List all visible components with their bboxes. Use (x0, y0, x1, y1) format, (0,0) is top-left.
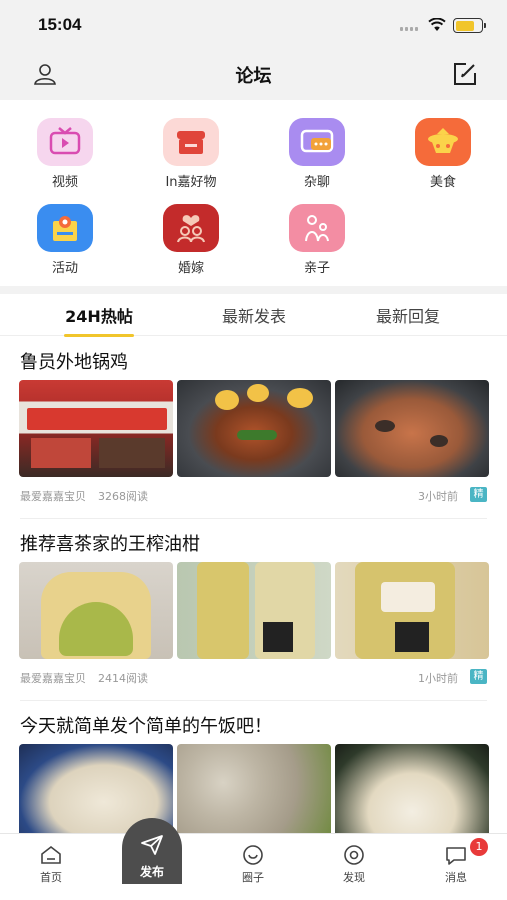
feed-tabs: 24H热帖 最新发表 最新回复 (0, 294, 507, 337)
category-activity[interactable]: 活动 (20, 204, 110, 276)
activity-icon (37, 204, 93, 252)
category-video[interactable]: 视频 (20, 118, 110, 190)
publish-label: 发布 (139, 865, 164, 879)
tab-discover[interactable]: 发现 (314, 844, 394, 885)
post-images (19, 562, 489, 659)
family-icon (289, 204, 345, 252)
shop-icon (163, 118, 219, 166)
tab-latest-posts[interactable]: 最新发表 (194, 303, 314, 327)
nav-bar: 论坛 (0, 50, 507, 100)
battery-icon (453, 18, 486, 33)
post-meta: 最爱嘉嘉宝贝 3268阅读 (20, 488, 160, 504)
tab-24h-hot[interactable]: 24H热帖 (39, 303, 159, 337)
tab-label: 圈子 (242, 871, 264, 884)
featured-badge: 精 (470, 487, 487, 502)
tab-circle[interactable]: 圈子 (213, 844, 293, 885)
tab-latest-replies[interactable]: 最新回复 (348, 303, 468, 327)
page-title: 论坛 (235, 66, 272, 87)
tab-label: 首页 (40, 871, 62, 884)
category-family[interactable]: 亲子 (272, 204, 362, 276)
post-time: 3小时前 (418, 490, 458, 503)
featured-badge: 精 (470, 669, 487, 684)
category-label: 视频 (51, 175, 78, 190)
post-images (19, 744, 489, 841)
post-meta: 最爱嘉嘉宝贝 2414阅读 (20, 670, 160, 686)
post-image[interactable] (19, 562, 173, 659)
post-image[interactable] (335, 562, 489, 659)
tab-home[interactable]: 首页 (11, 844, 91, 885)
post-title[interactable]: 今天就简单发个简单的午饭吧！ (20, 712, 272, 738)
message-count-badge: 1 (470, 838, 488, 856)
post-author[interactable]: 最爱嘉嘉宝贝 (20, 490, 86, 503)
tab-indicator (64, 334, 134, 337)
post-card[interactable]: 推荐喜茶家的王榨油柑 最爱嘉嘉宝贝 2414阅读 1小时前 精 (0, 530, 507, 702)
category-chat[interactable]: 杂聊 (272, 118, 362, 190)
wifi-icon (428, 18, 446, 31)
chat-icon (289, 118, 345, 166)
post-image[interactable] (19, 380, 173, 477)
status-time: 15:04 (38, 15, 82, 34)
category-label: 亲子 (303, 261, 330, 276)
post-title[interactable]: 推荐喜茶家的王榨油柑 (20, 530, 200, 556)
category-label: 婚嫁 (177, 261, 204, 276)
post-reads: 3268阅读 (98, 490, 148, 503)
category-label: 美食 (429, 175, 456, 190)
post-reads: 2414阅读 (98, 672, 148, 685)
tab-label: 最新回复 (375, 307, 440, 326)
post-separator (20, 700, 487, 701)
post-image[interactable] (177, 744, 331, 841)
tab-label: 消息 (445, 871, 467, 884)
post-images (19, 380, 489, 477)
post-card[interactable]: 鲁员外地锅鸡 最爱嘉嘉宝贝 3268阅读 3小时前 精 (0, 348, 507, 520)
food-icon (415, 118, 471, 166)
post-time: 1小时前 (418, 672, 458, 685)
post-separator (20, 518, 487, 519)
post-image[interactable] (335, 744, 489, 841)
message-icon (446, 847, 466, 865)
post-title[interactable]: 鲁员外地锅鸡 (20, 348, 128, 374)
category-grid: 视频 In嘉好物 杂聊 美食 活动 婚嫁 亲子 (0, 100, 507, 286)
post-image[interactable] (177, 380, 331, 477)
category-food[interactable]: 美食 (398, 118, 488, 190)
category-goods[interactable]: In嘉好物 (146, 118, 236, 190)
post-image[interactable] (335, 380, 489, 477)
publish-button[interactable]: 发布 (122, 818, 182, 884)
section-divider (0, 286, 507, 294)
category-label: In嘉好物 (165, 175, 217, 190)
signal-icon (400, 27, 418, 31)
category-label: 活动 (51, 261, 78, 276)
send-icon (141, 835, 163, 855)
post-card[interactable]: 今天就简单发个简单的午饭吧！ (0, 712, 507, 841)
home-icon (41, 845, 61, 864)
compass-icon (344, 845, 364, 865)
edit-icon[interactable] (452, 61, 478, 87)
bottom-tab-bar: 首页 圈子 发现 消息 (0, 833, 507, 900)
category-label: 杂聊 (303, 175, 330, 190)
tab-label: 最新发表 (221, 307, 286, 326)
status-bar: 15:04 (0, 0, 507, 50)
wedding-icon (163, 204, 219, 252)
tab-label: 发现 (343, 871, 365, 884)
circle-icon (243, 845, 263, 865)
tab-label: 24H热帖 (65, 307, 133, 326)
post-author[interactable]: 最爱嘉嘉宝贝 (20, 672, 86, 685)
tv-icon (37, 118, 93, 166)
category-wedding[interactable]: 婚嫁 (146, 204, 236, 276)
post-image[interactable] (177, 562, 331, 659)
